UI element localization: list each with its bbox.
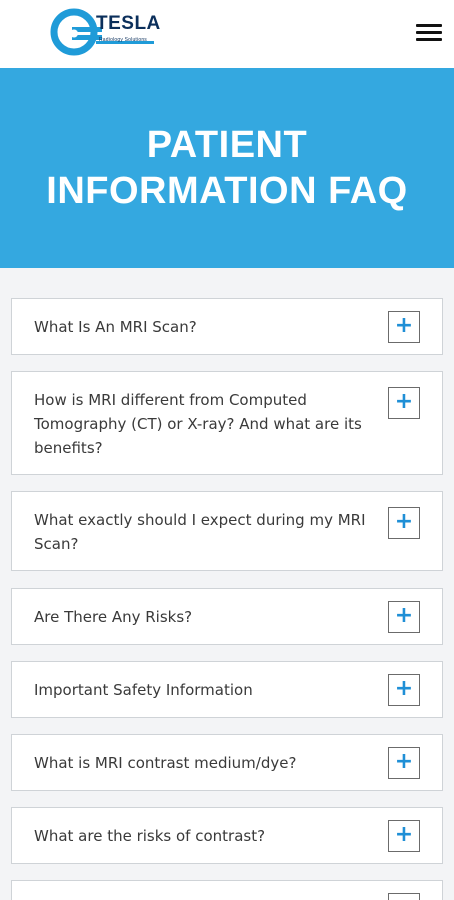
faq-question: What is MRI contrast medium/dye? <box>34 754 297 772</box>
expand-plus-icon[interactable]: + <box>388 893 420 900</box>
expand-plus-icon[interactable]: + <box>388 311 420 343</box>
faq-item-what-is-mri[interactable]: What Is An MRI Scan? + <box>11 298 443 355</box>
expand-plus-icon[interactable]: + <box>388 820 420 852</box>
faq-item-mri-vs-ct[interactable]: How is MRI different from Computed Tomog… <box>11 371 443 475</box>
faq-item-contrast-risks[interactable]: What are the risks of contrast? + <box>11 807 443 864</box>
faq-question: Important Safety Information <box>34 681 253 699</box>
faq-question: Are There Any Risks? <box>34 608 193 626</box>
expand-plus-icon[interactable]: + <box>388 747 420 779</box>
logo-brand-name: TESLA <box>96 13 161 34</box>
faq-item-partial[interactable]: + <box>11 880 443 900</box>
top-nav-bar: TESLA Radiology Solutions <box>0 0 454 68</box>
faq-item-what-to-expect[interactable]: What exactly should I expect during my M… <box>11 491 443 571</box>
faq-question: What Is An MRI Scan? <box>34 318 197 336</box>
faq-item-risks[interactable]: Are There Any Risks? + <box>11 588 443 645</box>
expand-plus-icon[interactable]: + <box>388 674 420 706</box>
page-title: PATIENT INFORMATION FAQ <box>0 122 454 214</box>
faq-question: What exactly should I expect during my M… <box>34 511 366 553</box>
logo-tagline: Radiology Solutions <box>99 37 147 43</box>
faq-question: How is MRI different from Computed Tomog… <box>34 391 362 457</box>
expand-plus-icon[interactable]: + <box>388 507 420 539</box>
faq-item-safety-info[interactable]: Important Safety Information + <box>11 661 443 718</box>
faq-question: What are the risks of contrast? <box>34 827 266 845</box>
hero-banner: PATIENT INFORMATION FAQ <box>0 68 454 268</box>
page-title-line-2: INFORMATION FAQ <box>46 170 408 212</box>
page-title-line-1: PATIENT <box>146 124 308 166</box>
expand-plus-icon[interactable]: + <box>388 601 420 633</box>
faq-item-contrast-dye[interactable]: What is MRI contrast medium/dye? + <box>11 734 443 791</box>
expand-plus-icon[interactable]: + <box>388 387 420 419</box>
hamburger-menu-icon[interactable] <box>414 22 444 44</box>
